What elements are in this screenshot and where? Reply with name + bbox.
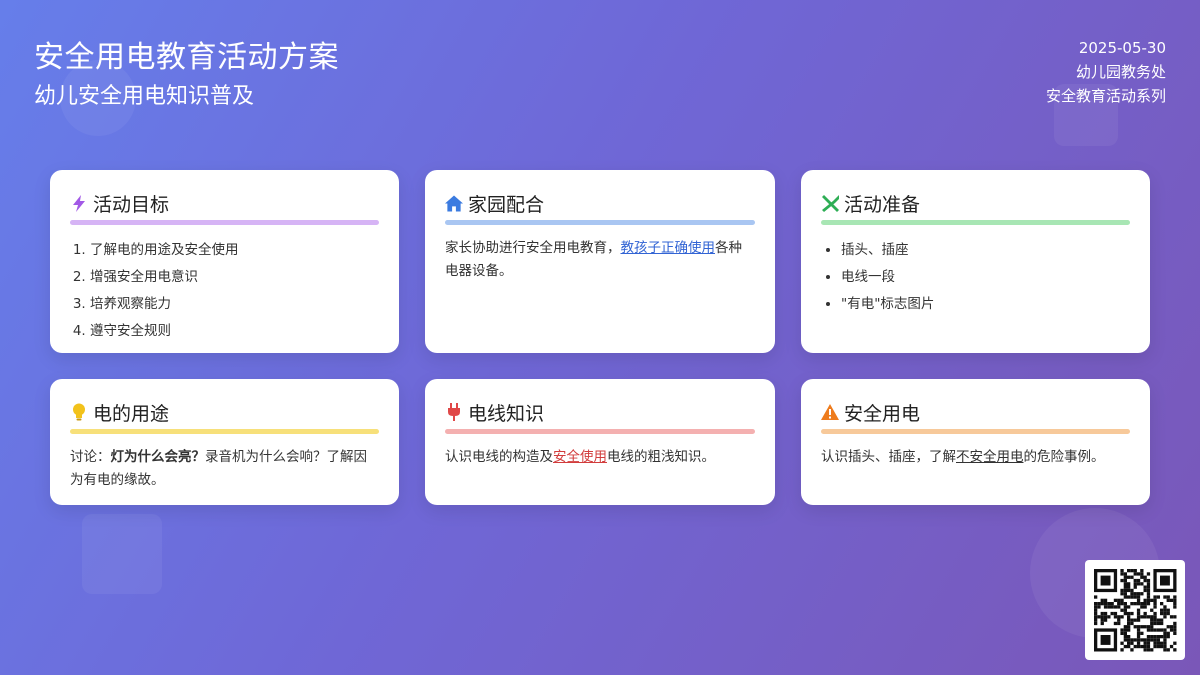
warning-icon [821, 403, 839, 421]
card-home-school: 家园配合 家长协助进行安全用电教育，教孩子正确使用各种电器设备。 [425, 170, 775, 353]
qr-code[interactable] [1085, 560, 1185, 660]
card-title: 安全用电 [844, 402, 921, 425]
card-wire-knowledge: 电线知识 认识电线的构造及安全使用电线的粗浅知识。 [425, 379, 775, 505]
text-segment: 电线的粗浅知识。 [607, 449, 715, 465]
card-title: 电的用途 [93, 402, 170, 425]
card-header: 家园配合 [445, 188, 755, 218]
tools-icon [821, 194, 839, 212]
card-header: 活动目标 [70, 188, 379, 218]
page-subtitle: 幼儿安全用电知识普及 [34, 84, 255, 109]
bold-text: 灯为什么会亮？ [110, 449, 206, 465]
header-meta: 2025-05-30 幼儿园教务处 安全教育活动系列 [1046, 36, 1166, 108]
list-item: "有电"标志图片 [841, 291, 1130, 318]
prep-list: 插头、插座 电线一段 "有电"标志图片 [821, 237, 1130, 318]
list-item: 增强安全用电意识 [90, 264, 379, 291]
card-text: 讨论：灯为什么会亮？录音机为什么会响？了解因为有电的缘故。 [70, 446, 379, 492]
highlight-link[interactable]: 安全使用 [553, 449, 607, 465]
card-header: 电的用途 [70, 397, 379, 427]
title-underline [445, 220, 755, 225]
card-activity-prep: 活动准备 插头、插座 电线一段 "有电"标志图片 [801, 170, 1150, 353]
title-underline [445, 429, 755, 434]
card-activity-goals: 活动目标 了解电的用途及安全使用 增强安全用电意识 培养观察能力 遵守安全规则 [50, 170, 399, 353]
card-text: 认识插头、插座，了解不安全用电的危险事例。 [821, 446, 1130, 469]
title-underline [821, 429, 1130, 434]
highlight-link[interactable]: 教孩子正确使用 [621, 240, 716, 256]
series-label: 安全教育活动系列 [1045, 87, 1166, 105]
list-item: 培养观察能力 [90, 291, 379, 318]
date-label: 2025-05-30 [1078, 39, 1166, 57]
card-text: 家长协助进行安全用电教育，教孩子正确使用各种电器设备。 [445, 237, 755, 283]
text-segment: 认识电线的构造及 [445, 449, 553, 465]
card-text: 认识电线的构造及安全使用电线的粗浅知识。 [445, 446, 755, 469]
lightbulb-icon [70, 403, 88, 421]
organization-label: 幼儿园教务处 [1075, 63, 1166, 81]
lightning-icon [70, 194, 88, 212]
qr-code-icon [1094, 569, 1177, 652]
card-electricity-uses: 电的用途 讨论：灯为什么会亮？录音机为什么会响？了解因为有电的缘故。 [50, 379, 399, 505]
text-segment: 认识插头、插座，了解 [821, 449, 956, 465]
text-segment: 讨论： [70, 449, 111, 465]
card-title: 活动准备 [844, 193, 921, 216]
page-title: 安全用电教育活动方案 [34, 40, 339, 75]
home-icon [445, 194, 463, 212]
list-item: 插头、插座 [841, 237, 1130, 264]
text-segment: 的危险事例。 [1023, 449, 1105, 465]
card-header: 安全用电 [821, 397, 1130, 427]
list-item: 遵守安全规则 [90, 318, 379, 345]
card-title: 家园配合 [468, 193, 545, 216]
list-item: 电线一段 [841, 264, 1130, 291]
text-segment: 家长协助进行安全用电教育， [445, 240, 621, 256]
card-header: 电线知识 [445, 397, 755, 427]
title-underline [70, 220, 379, 225]
goals-list: 了解电的用途及安全使用 增强安全用电意识 培养观察能力 遵守安全规则 [70, 237, 379, 345]
list-item: 了解电的用途及安全使用 [90, 237, 379, 264]
plug-icon [445, 403, 463, 421]
card-safe-electricity: 安全用电 认识插头、插座，了解不安全用电的危险事例。 [801, 379, 1150, 505]
highlight-link[interactable]: 不安全用电 [956, 449, 1024, 465]
card-title: 电线知识 [468, 402, 545, 425]
title-underline [821, 220, 1130, 225]
card-title: 活动目标 [93, 193, 170, 216]
card-header: 活动准备 [821, 188, 1130, 218]
title-underline [70, 429, 379, 434]
background-decoration [82, 514, 162, 594]
